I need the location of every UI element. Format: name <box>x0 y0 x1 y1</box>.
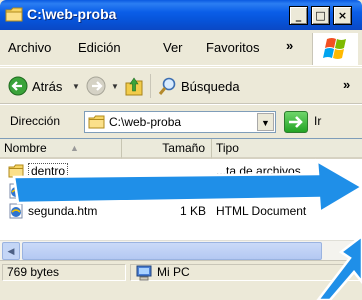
back-dropdown-icon[interactable]: ▼ <box>72 82 80 91</box>
file-name: inicio.htm <box>28 184 79 198</box>
address-label: Dirección <box>10 114 61 128</box>
menu-overflow-chevron[interactable]: » <box>286 38 293 53</box>
address-dropdown-button[interactable]: ▼ <box>257 113 274 131</box>
maximize-button[interactable]: □ <box>311 6 330 25</box>
folder-icon <box>5 7 23 22</box>
column-header-size[interactable]: Tamaño <box>122 139 212 159</box>
sort-ascending-icon: ▲ <box>70 143 79 153</box>
file-name: segunda.htm <box>28 204 98 218</box>
column-header-type[interactable]: Tipo <box>212 139 362 159</box>
list-item[interactable]: dentro ...ta de archivos <box>0 161 362 181</box>
window-title: C:\web-proba <box>27 6 117 22</box>
address-value: C:\web-proba <box>109 115 182 129</box>
search-icon[interactable] <box>158 76 178 96</box>
file-type: HTML Document <box>216 204 307 218</box>
status-bar: 769 bytes Mi PC <box>0 260 362 282</box>
column-header-size-label: Tamaño <box>162 141 205 155</box>
my-computer-icon <box>136 265 152 281</box>
menu-bar: Archivo Edición Ver Favoritos » <box>0 30 362 66</box>
explorer-window: C:\web-proba _ □ × Archivo Edición Ver F… <box>0 0 362 300</box>
status-location: Mi PC <box>130 264 360 281</box>
file-type: HTML Docume... <box>216 184 307 198</box>
status-location-label: Mi PC <box>157 265 190 279</box>
menu-item-edicion[interactable]: Edición <box>78 40 121 55</box>
address-bar: Dirección C:\web-proba ▼ Ir <box>0 104 362 138</box>
go-label[interactable]: Ir <box>314 114 321 128</box>
column-header-name-label: Nombre <box>4 141 47 155</box>
html-file-icon <box>9 203 23 219</box>
windows-logo-icon <box>312 33 358 65</box>
up-folder-icon[interactable] <box>124 75 144 97</box>
horizontal-scrollbar[interactable]: ◀ <box>0 240 362 260</box>
standard-toolbar: Atrás ▼ ▼ Búsqueda » <box>0 67 362 104</box>
file-type: ...ta de archivos <box>216 164 301 178</box>
folder-icon <box>88 115 105 129</box>
file-size: 1 KB <box>179 184 206 198</box>
file-name: dentro <box>28 163 69 179</box>
toolbar-separator <box>150 74 151 98</box>
html-file-icon <box>9 183 23 199</box>
back-arrow-icon[interactable] <box>8 76 28 96</box>
forward-arrow-icon[interactable] <box>86 76 106 96</box>
menu-item-archivo[interactable]: Archivo <box>8 40 51 55</box>
menu-item-favoritos[interactable]: Favoritos <box>206 40 259 55</box>
search-button[interactable]: Búsqueda <box>181 79 240 94</box>
title-bar[interactable]: C:\web-proba _ □ × <box>0 0 362 30</box>
go-arrow-icon <box>289 116 303 128</box>
minimize-button[interactable]: _ <box>289 6 308 25</box>
file-size: 1 KB <box>179 204 206 218</box>
window-bottom-edge <box>0 282 362 300</box>
scroll-left-button[interactable]: ◀ <box>2 242 20 260</box>
close-button[interactable]: × <box>333 6 352 25</box>
column-header-type-label: Tipo <box>216 141 239 155</box>
status-size: 769 bytes <box>2 264 126 281</box>
scroll-thumb[interactable] <box>22 242 322 260</box>
back-button[interactable]: Atrás <box>32 79 62 94</box>
go-button[interactable] <box>284 111 308 133</box>
folder-icon <box>8 164 24 178</box>
column-header-name[interactable]: Nombre ▲ <box>0 139 122 159</box>
address-input[interactable]: C:\web-proba ▼ <box>84 111 276 133</box>
forward-dropdown-icon[interactable]: ▼ <box>111 82 119 91</box>
list-item[interactable]: inicio.htm 1 KB HTML Docume... <box>0 181 362 201</box>
menu-item-ver[interactable]: Ver <box>163 40 183 55</box>
list-item[interactable]: segunda.htm 1 KB HTML Document <box>0 201 362 221</box>
toolbar-overflow-chevron[interactable]: » <box>343 77 350 92</box>
